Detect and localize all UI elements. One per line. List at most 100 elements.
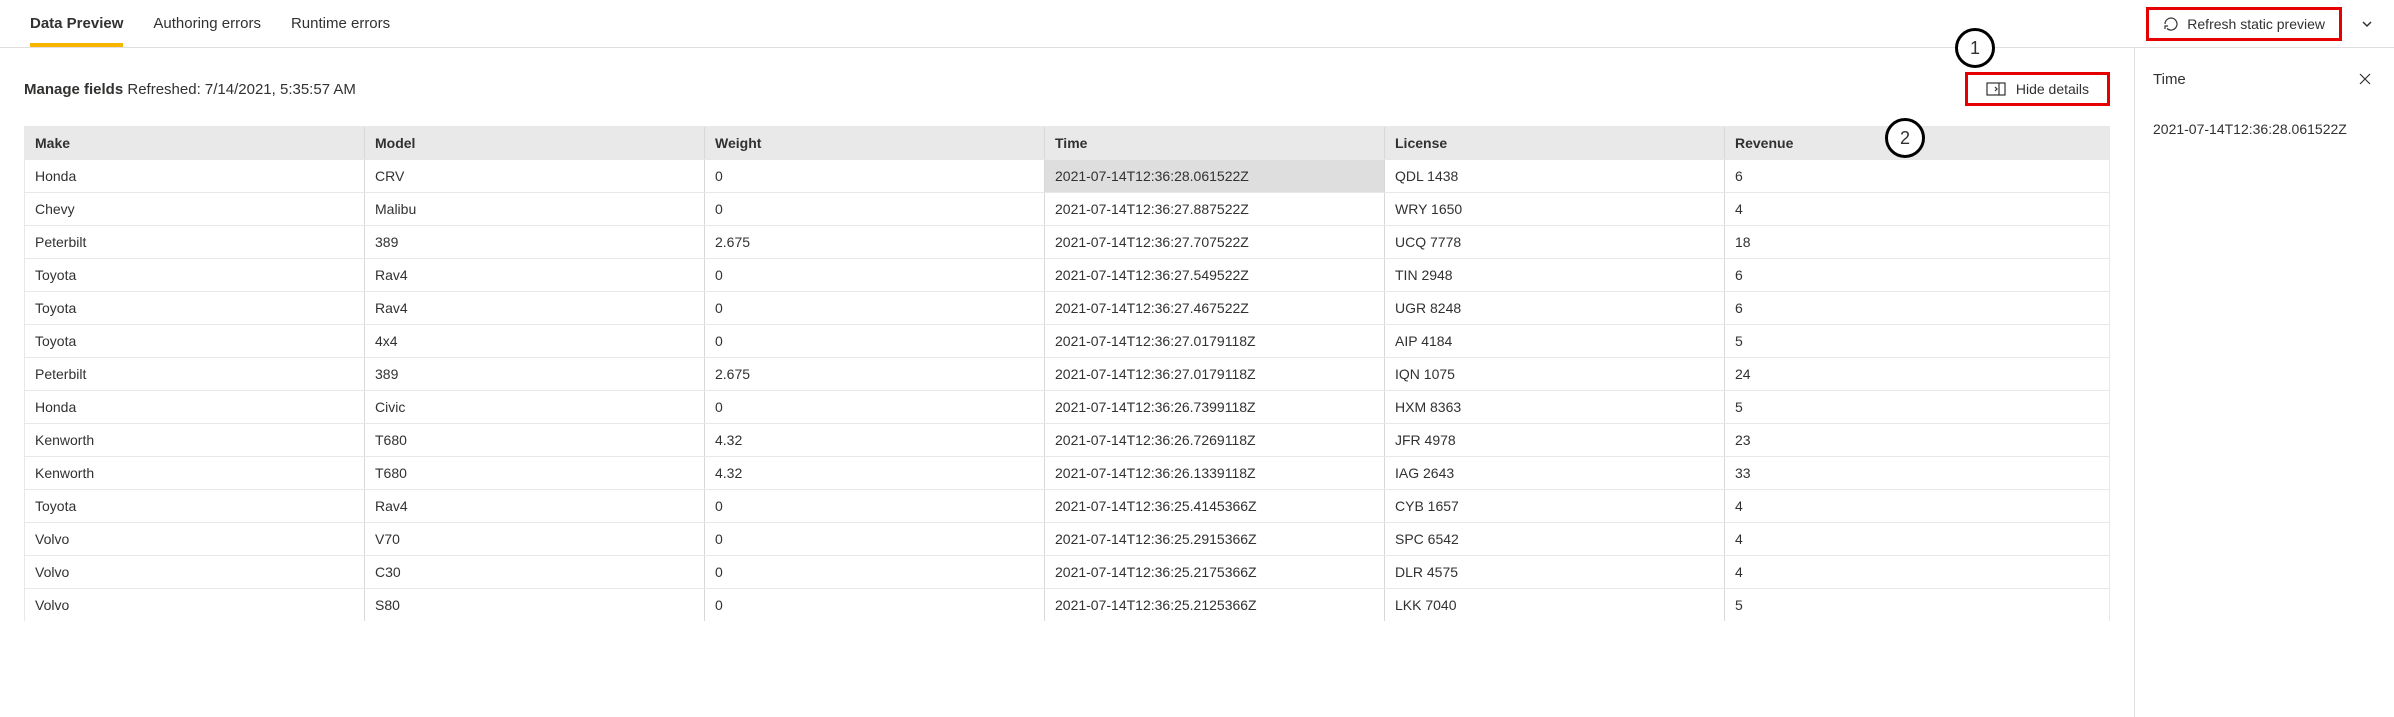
table-row[interactable]: Peterbilt3892.6752021-07-14T12:36:27.017… <box>25 357 2109 390</box>
cell-revenue: 4 <box>1725 556 2109 588</box>
cell-revenue: 5 <box>1725 589 2109 621</box>
cell-license: SPC 6542 <box>1385 523 1725 555</box>
cell-weight: 0 <box>705 391 1045 423</box>
cell-revenue: 4 <box>1725 490 2109 522</box>
cell-license: UGR 8248 <box>1385 292 1725 324</box>
cell-license: WRY 1650 <box>1385 193 1725 225</box>
tab-data-preview[interactable]: Data Preview <box>30 0 123 47</box>
data-table: Make Model Weight Time License Revenue H… <box>24 126 2110 621</box>
cell-weight: 0 <box>705 259 1045 291</box>
table-row[interactable]: VolvoV7002021-07-14T12:36:25.2915366ZSPC… <box>25 522 2109 555</box>
cell-license: DLR 4575 <box>1385 556 1725 588</box>
close-detail-button[interactable] <box>2354 68 2376 90</box>
cell-model: CRV <box>365 160 705 192</box>
cell-weight: 0 <box>705 490 1045 522</box>
cell-time: 2021-07-14T12:36:26.7399118Z <box>1045 391 1385 423</box>
top-bar: Data Preview Authoring errors Runtime er… <box>0 0 2394 48</box>
table-header: Make Model Weight Time License Revenue <box>25 127 2109 159</box>
table-row[interactable]: VolvoS8002021-07-14T12:36:25.2125366ZLKK… <box>25 588 2109 621</box>
cell-model: 389 <box>365 226 705 258</box>
cell-time: 2021-07-14T12:36:28.061522Z <box>1045 160 1385 192</box>
table-row[interactable]: Peterbilt3892.6752021-07-14T12:36:27.707… <box>25 225 2109 258</box>
cell-model: T680 <box>365 424 705 456</box>
cell-revenue: 18 <box>1725 226 2109 258</box>
refresh-static-preview-button[interactable]: Refresh static preview <box>2146 7 2342 41</box>
tab-authoring-errors[interactable]: Authoring errors <box>153 0 261 47</box>
cell-license: JFR 4978 <box>1385 424 1725 456</box>
detail-value: 2021-07-14T12:36:28.061522Z <box>2153 120 2376 140</box>
table-row[interactable]: KenworthT6804.322021-07-14T12:36:26.1339… <box>25 456 2109 489</box>
cell-make: Kenworth <box>25 457 365 489</box>
cell-model: 4x4 <box>365 325 705 357</box>
refresh-icon <box>2163 16 2179 32</box>
hide-details-button[interactable]: Hide details <box>1965 72 2110 106</box>
table-row[interactable]: Toyota4x402021-07-14T12:36:27.0179118ZAI… <box>25 324 2109 357</box>
table-body: HondaCRV02021-07-14T12:36:28.061522ZQDL … <box>25 159 2109 621</box>
tab-runtime-errors[interactable]: Runtime errors <box>291 0 390 47</box>
cell-license: IQN 1075 <box>1385 358 1725 390</box>
col-header-license[interactable]: License <box>1385 127 1725 159</box>
expand-chevron-button[interactable] <box>2350 11 2384 37</box>
cell-make: Toyota <box>25 259 365 291</box>
cell-revenue: 33 <box>1725 457 2109 489</box>
tabs: Data Preview Authoring errors Runtime er… <box>30 0 390 47</box>
cell-time: 2021-07-14T12:36:27.0179118Z <box>1045 358 1385 390</box>
cell-make: Kenworth <box>25 424 365 456</box>
cell-time: 2021-07-14T12:36:26.7269118Z <box>1045 424 1385 456</box>
cell-make: Chevy <box>25 193 365 225</box>
cell-weight: 0 <box>705 160 1045 192</box>
refreshed-prefix: Refreshed: <box>127 81 205 98</box>
cell-make: Peterbilt <box>25 226 365 258</box>
table-row[interactable]: ToyotaRav402021-07-14T12:36:27.467522ZUG… <box>25 291 2109 324</box>
refreshed-time: 7/14/2021, 5:35:57 AM <box>205 81 356 98</box>
cell-weight: 0 <box>705 523 1045 555</box>
cell-time: 2021-07-14T12:36:27.467522Z <box>1045 292 1385 324</box>
cell-license: IAG 2643 <box>1385 457 1725 489</box>
cell-weight: 2.675 <box>705 226 1045 258</box>
annotation-1: 1 <box>1955 28 1995 68</box>
cell-revenue: 24 <box>1725 358 2109 390</box>
cell-revenue: 4 <box>1725 523 2109 555</box>
table-row[interactable]: KenworthT6804.322021-07-14T12:36:26.7269… <box>25 423 2109 456</box>
cell-model: C30 <box>365 556 705 588</box>
col-header-model[interactable]: Model <box>365 127 705 159</box>
cell-weight: 2.675 <box>705 358 1045 390</box>
cell-license: TIN 2948 <box>1385 259 1725 291</box>
col-header-make[interactable]: Make <box>25 127 365 159</box>
col-header-weight[interactable]: Weight <box>705 127 1045 159</box>
cell-weight: 0 <box>705 589 1045 621</box>
cell-time: 2021-07-14T12:36:25.2175366Z <box>1045 556 1385 588</box>
refresh-label: Refresh static preview <box>2187 16 2325 32</box>
cell-make: Honda <box>25 160 365 192</box>
cell-weight: 4.32 <box>705 424 1045 456</box>
cell-license: UCQ 7778 <box>1385 226 1725 258</box>
cell-license: CYB 1657 <box>1385 490 1725 522</box>
cell-license: AIP 4184 <box>1385 325 1725 357</box>
cell-time: 2021-07-14T12:36:25.4145366Z <box>1045 490 1385 522</box>
table-row[interactable]: VolvoC3002021-07-14T12:36:25.2175366ZDLR… <box>25 555 2109 588</box>
cell-revenue: 4 <box>1725 193 2109 225</box>
detail-header: Time <box>2153 68 2376 90</box>
cell-revenue: 5 <box>1725 325 2109 357</box>
table-row[interactable]: ToyotaRav402021-07-14T12:36:27.549522ZTI… <box>25 258 2109 291</box>
cell-make: Volvo <box>25 556 365 588</box>
cell-weight: 0 <box>705 325 1045 357</box>
table-row[interactable]: HondaCRV02021-07-14T12:36:28.061522ZQDL … <box>25 159 2109 192</box>
table-row[interactable]: HondaCivic02021-07-14T12:36:26.7399118ZH… <box>25 390 2109 423</box>
top-right-controls: Refresh static preview <box>2146 7 2384 41</box>
cell-license: QDL 1438 <box>1385 160 1725 192</box>
cell-time: 2021-07-14T12:36:25.2915366Z <box>1045 523 1385 555</box>
cell-weight: 0 <box>705 556 1045 588</box>
manage-fields-text: Manage fields <box>24 81 123 98</box>
cell-time: 2021-07-14T12:36:27.0179118Z <box>1045 325 1385 357</box>
cell-revenue: 6 <box>1725 292 2109 324</box>
cell-model: Rav4 <box>365 292 705 324</box>
cell-revenue: 5 <box>1725 391 2109 423</box>
cell-model: Rav4 <box>365 259 705 291</box>
cell-model: T680 <box>365 457 705 489</box>
table-row[interactable]: ChevyMalibu02021-07-14T12:36:27.887522ZW… <box>25 192 2109 225</box>
cell-time: 2021-07-14T12:36:25.2125366Z <box>1045 589 1385 621</box>
table-row[interactable]: ToyotaRav402021-07-14T12:36:25.4145366ZC… <box>25 489 2109 522</box>
cell-model: V70 <box>365 523 705 555</box>
col-header-time[interactable]: Time <box>1045 127 1385 159</box>
